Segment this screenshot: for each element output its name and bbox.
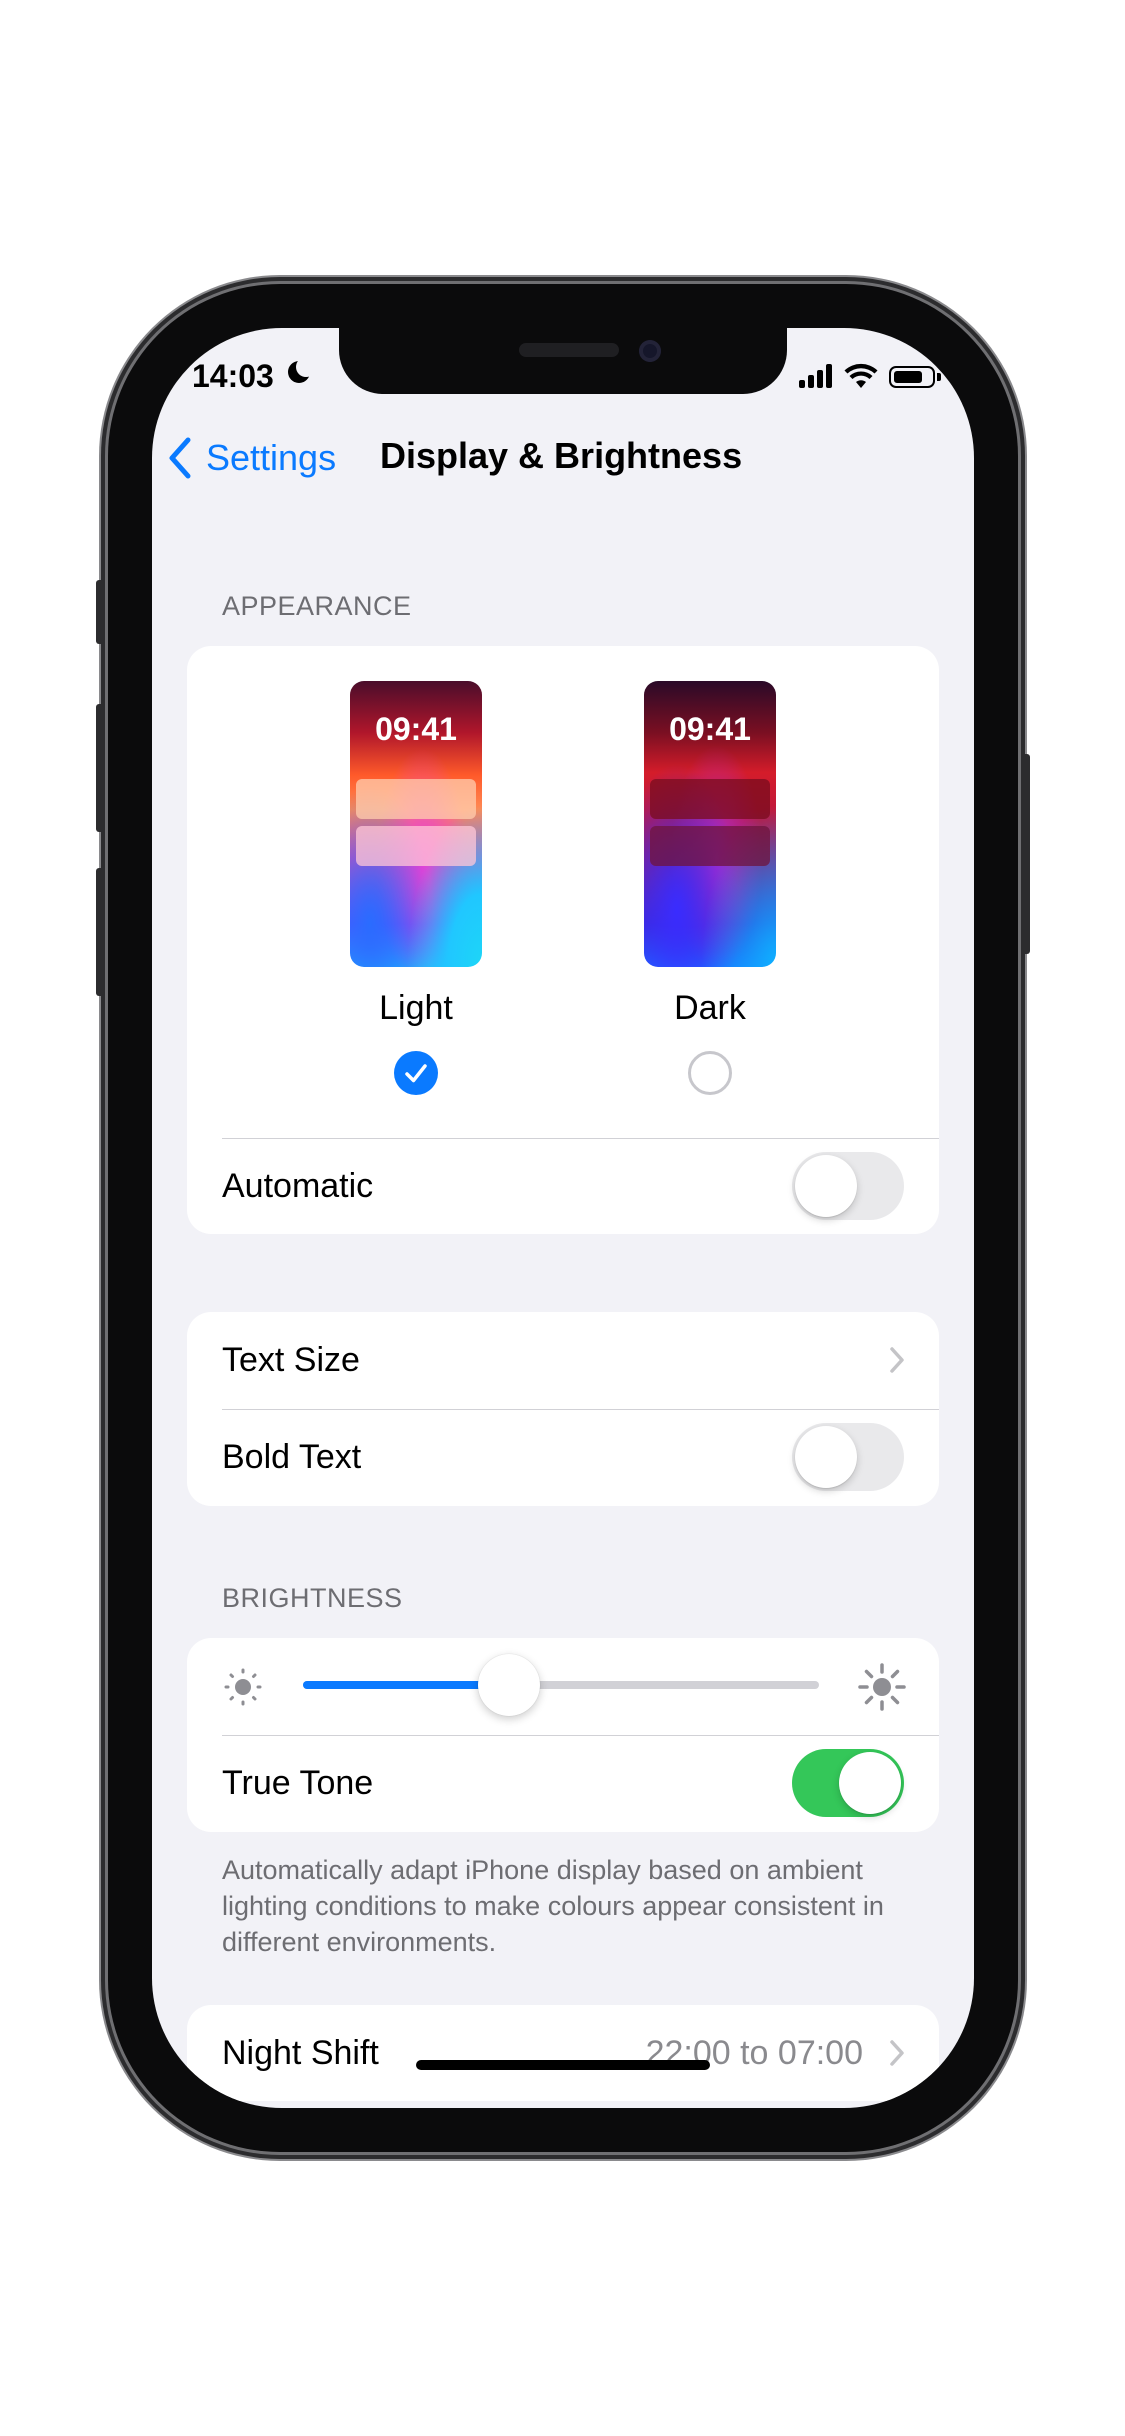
silent-switch: [96, 580, 104, 644]
automatic-toggle[interactable]: [792, 1152, 904, 1220]
back-button[interactable]: Settings: [168, 428, 336, 488]
text-size-label: Text Size: [222, 1341, 360, 1379]
bold-text-label: Bold Text: [222, 1438, 362, 1476]
brightness-slider-row: [187, 1638, 939, 1734]
text-size-row[interactable]: Text Size: [187, 1312, 939, 1408]
true-tone-footnote: Automatically adapt iPhone display based…: [222, 1855, 884, 1957]
light-preview-widget: [356, 826, 476, 866]
true-tone-label: True Tone: [222, 1764, 374, 1802]
toggle-knob: [795, 1155, 857, 1217]
appearance-card: 09:41 Light 09:41 Dark Automatic: [187, 646, 939, 1234]
bold-text-toggle[interactable]: [792, 1423, 904, 1491]
dark-mode-preview[interactable]: 09:41: [644, 681, 776, 967]
cellular-signal-icon: [799, 364, 833, 388]
light-mode-preview[interactable]: 09:41: [350, 681, 482, 967]
section-header-appearance: APPEARANCE: [222, 591, 412, 621]
night-shift-label: Night Shift: [222, 2034, 379, 2072]
light-option-radio[interactable]: [394, 1051, 438, 1095]
brightness-card: True Tone: [187, 1638, 939, 1832]
automatic-label: Automatic: [222, 1167, 374, 1205]
true-tone-row: True Tone: [187, 1735, 939, 1831]
brightness-slider-thumb[interactable]: [478, 1654, 541, 1716]
night-shift-value: 22:00 to 07:00: [645, 2034, 863, 2072]
chevron-right-icon: [890, 1347, 904, 1373]
brightness-high-icon: [858, 1663, 906, 1711]
toggle-knob: [839, 1752, 901, 1814]
dark-option-radio[interactable]: [688, 1051, 732, 1095]
night-shift-card: Night Shift 22:00 to 07:00: [187, 2005, 939, 2101]
speaker-grille: [519, 343, 619, 357]
brightness-low-icon: [224, 1668, 262, 1706]
light-preview-time: 09:41: [375, 711, 457, 747]
brightness-slider[interactable]: [303, 1654, 819, 1716]
screen: 14:03 Settings Display & Brightness APPE…: [152, 328, 974, 2108]
power-button: [1022, 754, 1030, 954]
light-preview-widget: [356, 779, 476, 819]
back-button-label: Settings: [206, 437, 337, 478]
volume-up-button: [96, 704, 104, 832]
bold-text-row: Bold Text: [187, 1409, 939, 1505]
night-shift-row[interactable]: Night Shift 22:00 to 07:00: [187, 2005, 939, 2101]
section-header-brightness: BRIGHTNESS: [222, 1583, 403, 1613]
automatic-row: Automatic: [187, 1138, 939, 1234]
battery-icon: [889, 366, 935, 388]
status-time: 14:03: [192, 358, 274, 394]
front-camera: [639, 340, 661, 362]
text-card: Text Size Bold Text: [187, 1312, 939, 1506]
light-option-label: Light: [379, 989, 453, 1027]
page-title: Display & Brightness: [380, 435, 743, 476]
dark-preview-time: 09:41: [669, 711, 751, 747]
checkmark-icon: [405, 1064, 427, 1083]
dark-preview-widget: [650, 826, 770, 866]
toggle-knob: [795, 1426, 857, 1488]
wifi-icon: [844, 363, 878, 388]
home-indicator[interactable]: [416, 2060, 710, 2070]
notch: [339, 328, 787, 394]
iphone-frame: 14:03 Settings Display & Brightness APPE…: [96, 284, 1030, 2152]
chevron-left-icon: [169, 437, 191, 479]
dark-preview-widget: [650, 779, 770, 819]
dark-option-label: Dark: [674, 989, 746, 1027]
volume-down-button: [96, 868, 104, 996]
moon-icon: [288, 357, 316, 383]
true-tone-toggle[interactable]: [792, 1749, 904, 1817]
chevron-right-icon: [890, 2040, 904, 2066]
battery-tip: [937, 373, 941, 381]
